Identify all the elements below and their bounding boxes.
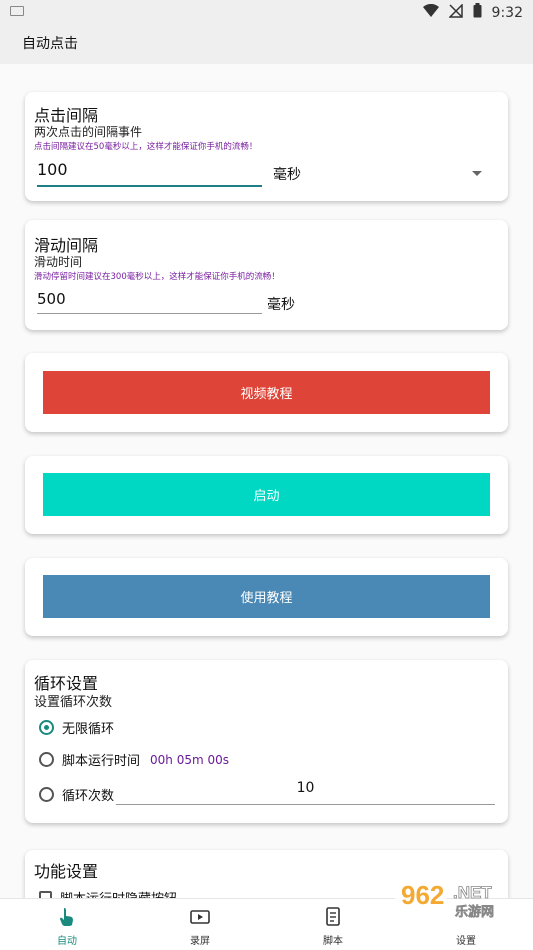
watermark-logo: 962 .NET 乐游网 [393,872,533,922]
usage-tutorial-button[interactable]: 使用教程 [43,575,490,618]
status-bar: 9:32 [0,0,533,24]
click-interval-unit[interactable]: 毫秒 [273,164,301,184]
click-interval-input[interactable]: 100 [37,160,262,187]
keyboard-icon [10,6,24,16]
start-button[interactable]: 启动 [43,473,490,516]
runtime-value[interactable]: 00h 05m 00s [150,753,229,767]
hide-button-label: 脚本运行时隐藏按钮 [60,888,177,898]
start-card: 启动 [25,456,508,534]
usage-tutorial-card: 使用教程 [25,558,508,636]
nav-record[interactable]: 录屏 [168,899,232,950]
radio-runtime[interactable]: 脚本运行时间 00h 05m 00s [39,750,229,769]
hide-button-checkbox-row[interactable]: 脚本运行时隐藏按钮 [39,888,177,898]
svg-text:962: 962 [401,880,444,910]
radio-runtime-label: 脚本运行时间 [62,754,141,769]
svg-text:.NET: .NET [453,883,492,902]
loop-settings-card: 循环设置 设置循环次数 无限循环 脚本运行时间 00h 05m 00s 循环次数… [25,660,508,823]
loop-settings-subtitle: 设置循环次数 [34,695,113,710]
radio-loop-count[interactable]: 循环次数 [39,785,114,804]
radio-checked-icon[interactable] [39,720,54,735]
main-content: 点击间隔 两次点击的间隔事件 点击间隔建议在50毫秒以上，这样才能保证你手机的流… [0,64,533,898]
nav-record-label: 录屏 [190,936,210,947]
battery-icon [473,3,482,22]
radio-unchecked-icon[interactable] [39,752,54,767]
status-time: 9:32 [491,4,523,21]
script-scroll-icon [324,907,342,927]
nav-auto-label: 自动 [57,936,77,947]
loop-count-input[interactable]: 10 [116,780,495,805]
signal-icon [447,2,463,22]
click-interval-subtitle: 两次点击的间隔事件 [34,125,143,139]
radio-infinite-loop[interactable]: 无限循环 [39,718,114,737]
video-record-icon [190,907,210,927]
radio-infinite-label: 无限循环 [62,722,115,737]
radio-unchecked-icon[interactable] [39,787,54,802]
page-title: 自动点击 [22,36,78,52]
click-interval-card: 点击间隔 两次点击的间隔事件 点击间隔建议在50毫秒以上，这样才能保证你手机的流… [25,92,508,201]
tap-icon [59,907,75,927]
click-interval-hint: 点击间隔建议在50毫秒以上，这样才能保证你手机的流畅！ [34,142,258,152]
video-tutorial-card: 视频教程 [25,353,508,432]
nav-auto[interactable]: 自动 [35,899,99,950]
radio-count-label: 循环次数 [62,789,115,804]
function-settings-title: 功能设置 [34,862,99,881]
nav-script-label: 脚本 [323,936,343,947]
chevron-down-icon[interactable] [472,171,482,176]
wifi-icon [422,3,439,22]
slide-interval-hint: 滑动停留时间建议在300毫秒以上，这样才能保证你手机的流畅！ [34,272,280,282]
status-right: 9:32 [422,2,523,22]
slide-interval-subtitle: 滑动时间 [34,255,83,269]
nav-settings-label: 设置 [456,936,476,947]
video-tutorial-button[interactable]: 视频教程 [43,371,490,414]
checkbox-icon[interactable] [39,891,52,898]
svg-text:乐游网: 乐游网 [455,904,494,920]
app-bar: 自动点击 [0,24,533,64]
slide-interval-card: 滑动间隔 滑动时间 滑动停留时间建议在300毫秒以上，这样才能保证你手机的流畅！… [25,220,508,330]
nav-script[interactable]: 脚本 [301,899,365,950]
slide-interval-input[interactable]: 500 [37,290,262,314]
slide-interval-unit: 毫秒 [267,297,295,313]
